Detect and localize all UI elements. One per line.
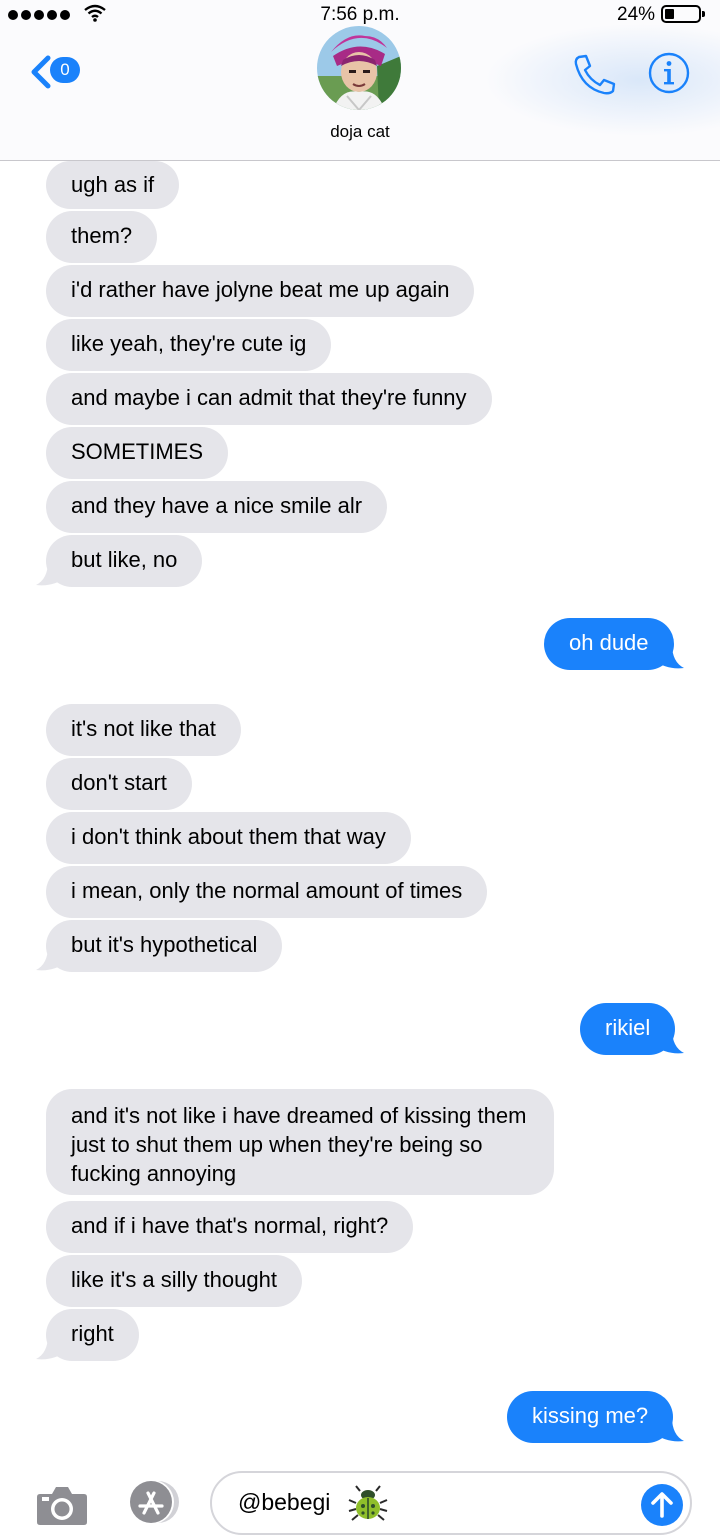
incoming-message[interactable]: i'd rather have jolyne beat me up again	[46, 265, 475, 317]
incoming-message[interactable]: don't start	[46, 758, 192, 810]
contact-avatar[interactable]	[317, 26, 401, 110]
message-input[interactable]: @bebegi	[210, 1471, 692, 1535]
incoming-message[interactable]: and they have a nice smile alr	[46, 481, 388, 533]
incoming-message[interactable]: but like, no	[46, 535, 203, 587]
incoming-message[interactable]: and maybe i can admit that they're funny	[46, 373, 492, 425]
incoming-message[interactable]: them?	[46, 211, 158, 263]
contact-name[interactable]: doja cat	[0, 122, 720, 142]
status-time: 7:56 p.m.	[320, 4, 400, 25]
bubble-tail	[654, 1417, 684, 1442]
battery-percent: 24%	[617, 4, 656, 25]
incoming-message[interactable]: i mean, only the normal amount of times	[46, 866, 488, 918]
incoming-message[interactable]: SOMETIMES	[46, 427, 229, 479]
bubble-tail	[654, 644, 684, 669]
outgoing-message[interactable]: kissing me?	[507, 1391, 674, 1443]
incoming-message[interactable]: like yeah, they're cute ig	[46, 319, 332, 371]
send-arrow-icon[interactable]	[640, 1483, 684, 1527]
bubble-tail	[654, 1029, 684, 1054]
phone-icon[interactable]	[570, 52, 618, 96]
camera-icon[interactable]	[36, 1482, 88, 1526]
incoming-message[interactable]: but it's hypothetical	[46, 920, 283, 972]
battery-icon	[661, 5, 705, 23]
incoming-message[interactable]: and it's not like i have dreamed of kiss…	[46, 1089, 554, 1195]
bubble-tail	[36, 561, 66, 586]
app-store-icon[interactable]	[122, 1479, 186, 1525]
incoming-message[interactable]: like it's a silly thought	[46, 1255, 302, 1307]
bubble-tail	[36, 946, 66, 971]
incoming-message[interactable]: ugh as if	[46, 161, 180, 209]
incoming-message[interactable]: i don't think about them that way	[46, 812, 411, 864]
info-icon[interactable]	[648, 52, 690, 94]
incoming-message[interactable]: and if i have that's normal, right?	[46, 1201, 414, 1253]
unread-badge[interactable]: 0	[50, 57, 80, 83]
beetle-emoji-icon	[348, 1485, 388, 1521]
bubble-tail	[36, 1335, 66, 1360]
incoming-message[interactable]: it's not like that	[46, 704, 241, 756]
message-input-text: @bebegi	[238, 1489, 331, 1515]
message-composer: @bebegi	[0, 1455, 720, 1539]
